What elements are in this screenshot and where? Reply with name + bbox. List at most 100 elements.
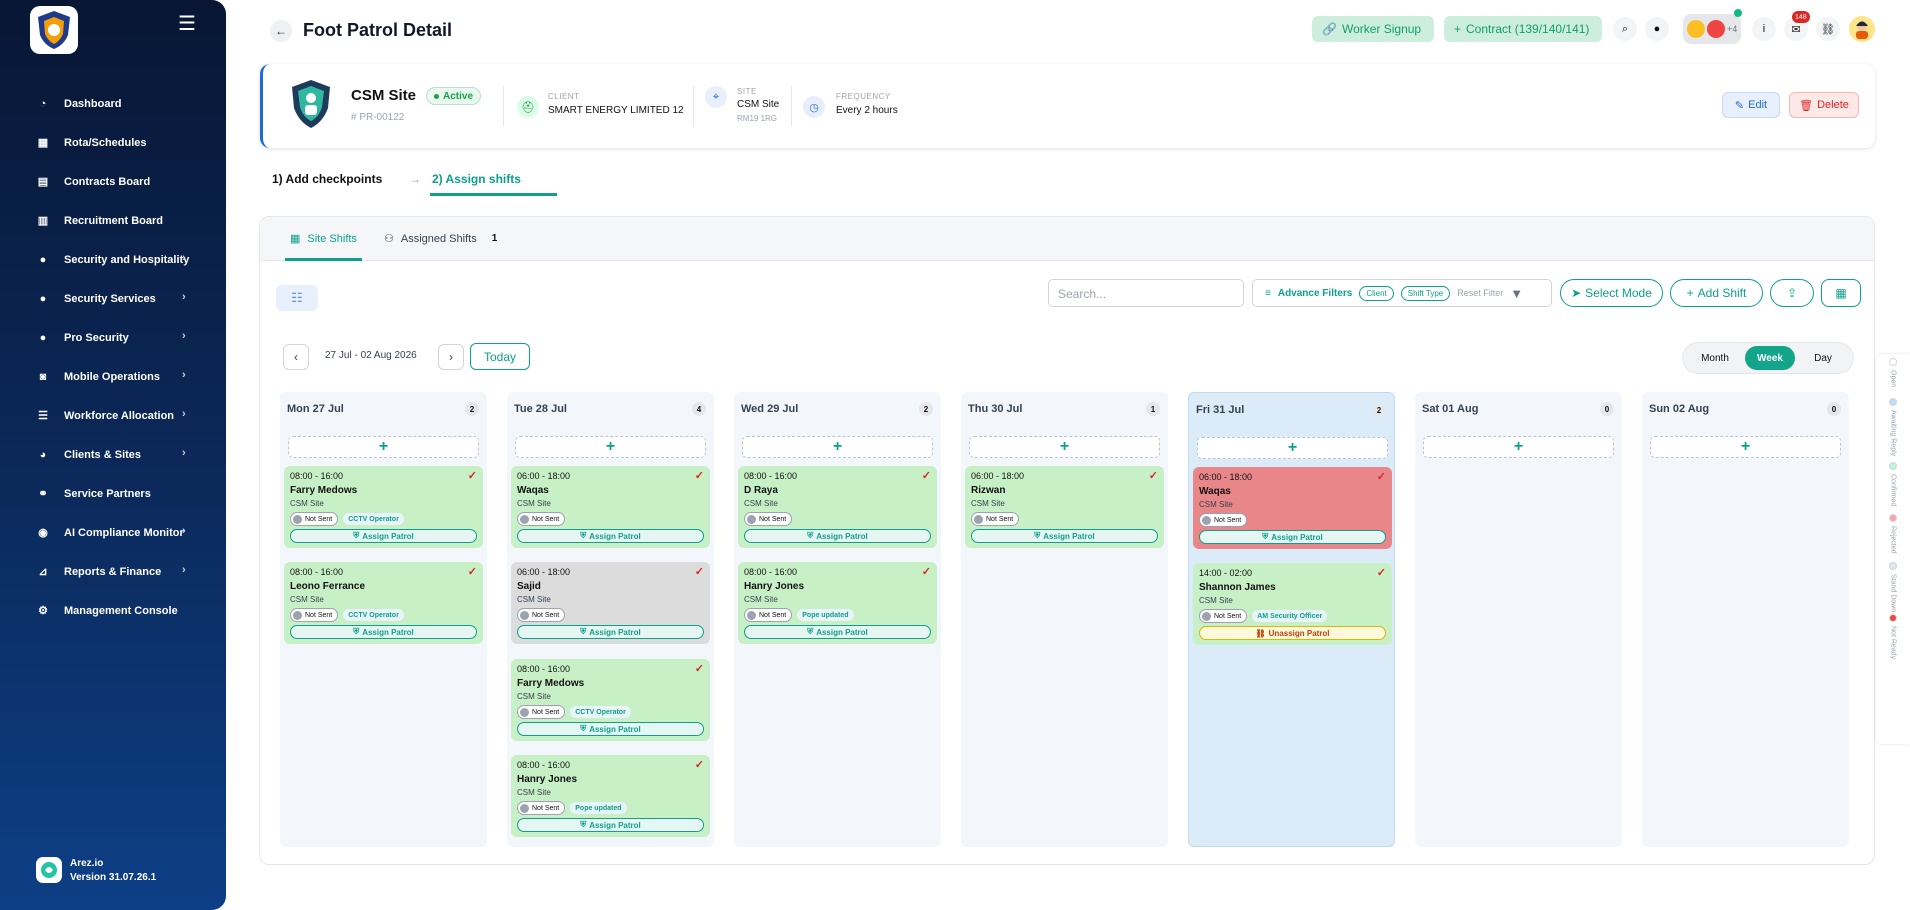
- send-status-badge[interactable]: Not Sent: [744, 608, 793, 622]
- shift-card[interactable]: ✓ 14:00 - 02:00 Shannon James CSM Site N…: [1193, 563, 1392, 645]
- shift-card[interactable]: ✓ 06:00 - 18:00 Sajid CSM Site Not Sent …: [511, 562, 710, 644]
- sidebar-item-service-partners[interactable]: ⚭ Service Partners: [0, 474, 226, 513]
- send-status-badge[interactable]: Not Sent: [744, 512, 793, 526]
- tab-site-shifts[interactable]: ▦ Site Shifts: [290, 232, 357, 246]
- assign-patrol-button[interactable]: ⛨ Assign Patrol: [517, 722, 704, 736]
- tab-assigned-shifts[interactable]: ⚇ Assigned Shifts 1: [384, 232, 497, 246]
- send-status-badge[interactable]: Not Sent: [290, 512, 339, 526]
- shift-site: CSM Site: [290, 499, 324, 508]
- sidebar-item-workforce-allocation[interactable]: ☰ Workforce Allocation ›: [0, 396, 226, 435]
- send-status-badge[interactable]: Not Sent: [517, 608, 566, 622]
- tab-bar: ▦ Site Shifts ⚇ Assigned Shifts 1: [260, 217, 1874, 261]
- delete-button[interactable]: 🗑 Delete: [1789, 92, 1859, 118]
- funnel-icon[interactable]: ▼: [1510, 286, 1523, 301]
- add-shift-slot-button[interactable]: +: [1197, 437, 1388, 459]
- assign-patrol-button[interactable]: ⛨ Assign Patrol: [744, 529, 931, 543]
- user-avatar[interactable]: [1849, 16, 1875, 42]
- next-week-button[interactable]: ›: [438, 344, 464, 370]
- view-week[interactable]: Week: [1745, 346, 1795, 370]
- back-button[interactable]: ←: [270, 20, 292, 42]
- step-assign-shifts[interactable]: 2) Assign shifts: [432, 172, 521, 186]
- shift-card[interactable]: ✓ 08:00 - 16:00 D Raya CSM Site Not Sent…: [738, 466, 937, 548]
- filter-chip-shift-type[interactable]: Shift Type: [1400, 285, 1451, 301]
- assign-patrol-button[interactable]: ⛨ Assign Patrol: [517, 818, 704, 832]
- assign-patrol-button[interactable]: ⛨ Assign Patrol: [290, 625, 477, 639]
- send-status-badge[interactable]: Not Sent: [971, 512, 1020, 526]
- advance-filters[interactable]: ≡ Advance Filters Client Shift Type Rese…: [1252, 279, 1552, 307]
- assign-patrol-button[interactable]: ⛨ Assign Patrol: [1199, 530, 1386, 544]
- shift-card[interactable]: ✓ 08:00 - 16:00 Farry Medows CSM Site No…: [511, 659, 710, 741]
- shift-card[interactable]: ✓ 08:00 - 16:00 Farry Medows CSM Site No…: [284, 466, 483, 548]
- search-icon[interactable]: ⌕: [1613, 17, 1637, 41]
- sidebar-item-contracts-board[interactable]: ▤ Contracts Board: [0, 162, 226, 201]
- shift-card[interactable]: ✓ 08:00 - 16:00 Hanry Jones CSM Site Not…: [738, 562, 937, 644]
- assign-patrol-button[interactable]: ⛨ Assign Patrol: [971, 529, 1158, 543]
- worker-name: Hanry Jones: [517, 774, 578, 785]
- sidebar-item-pro-security[interactable]: ● Pro Security ›: [0, 318, 226, 357]
- upload-button[interactable]: ⇪: [1770, 279, 1814, 307]
- sidebar-item-recruitment-board[interactable]: ▥ Recruitment Board: [0, 201, 226, 240]
- avatar-group[interactable]: +4: [1683, 14, 1741, 44]
- site-label: SITE: [737, 87, 757, 96]
- filter-chip-client[interactable]: Client: [1359, 285, 1394, 301]
- view-month[interactable]: Month: [1687, 343, 1743, 373]
- today-button[interactable]: Today: [470, 343, 530, 370]
- calendar-view-button[interactable]: ▦: [1821, 279, 1861, 307]
- assign-patrol-button[interactable]: ⛨ Assign Patrol: [517, 529, 704, 543]
- prev-week-button[interactable]: ‹: [283, 344, 309, 370]
- status-badge: Active: [426, 87, 482, 105]
- shift-card[interactable]: ✓ 06:00 - 18:00 Waqas CSM Site Not Sent …: [511, 466, 710, 548]
- calendar-icon: ▦: [37, 137, 49, 149]
- add-shift-slot-button[interactable]: +: [515, 436, 706, 458]
- sidebar-item-security-services[interactable]: ● Security Services ›: [0, 279, 226, 318]
- shift-site: CSM Site: [971, 499, 1005, 508]
- filter-toggle-icon[interactable]: ☷: [276, 285, 318, 311]
- shift-card[interactable]: ✓ 08:00 - 16:00 Hanry Jones CSM Site Not…: [511, 755, 710, 837]
- add-shift-slot-button[interactable]: +: [1650, 436, 1841, 458]
- day-label: Sun 02 Aug: [1649, 403, 1710, 415]
- assign-patrol-button[interactable]: ⛨ Assign Patrol: [290, 529, 477, 543]
- shift-site: CSM Site: [517, 499, 551, 508]
- sidebar-item-security-and-hospitality[interactable]: ● Security and Hospitality ›: [0, 240, 226, 279]
- add-shift-slot-button[interactable]: +: [969, 436, 1160, 458]
- shift-card[interactable]: ✓ 08:00 - 16:00 Leono Ferrance CSM Site …: [284, 562, 483, 644]
- sidebar-item-mobile-operations[interactable]: ◙ Mobile Operations ›: [0, 357, 226, 396]
- worker-signup-button[interactable]: 🔗 Worker Signup: [1312, 16, 1434, 42]
- step-add-checkpoints[interactable]: 1) Add checkpoints: [272, 172, 382, 186]
- send-status-badge[interactable]: Not Sent: [290, 608, 339, 622]
- sidebar-item-rota-schedules[interactable]: ▦ Rota/Schedules: [0, 123, 226, 162]
- info-icon[interactable]: i: [1752, 17, 1776, 41]
- shift-card[interactable]: ✓ 06:00 - 18:00 Waqas CSM Site Not Sent …: [1193, 467, 1392, 549]
- edit-button[interactable]: ✎ Edit: [1722, 92, 1780, 118]
- add-shift-button[interactable]: + Add Shift: [1670, 279, 1763, 307]
- send-status-badge[interactable]: Not Sent: [517, 512, 566, 526]
- send-status-badge[interactable]: Not Sent: [1199, 513, 1248, 527]
- send-status-badge[interactable]: Not Sent: [517, 705, 566, 719]
- sidebar-item-management-console[interactable]: ⚙ Management Console: [0, 591, 226, 630]
- shift-site: CSM Site: [1199, 500, 1233, 509]
- assign-patrol-button[interactable]: ⛨ Assign Patrol: [744, 625, 931, 639]
- sidebar-item-reports-finance[interactable]: ⊿ Reports & Finance ›: [0, 552, 226, 591]
- view-day[interactable]: Day: [1797, 343, 1849, 373]
- day-shift-count: 1: [1146, 402, 1160, 416]
- search-input[interactable]: Search...: [1048, 279, 1244, 307]
- check-badge-icon[interactable]: ●: [1645, 17, 1669, 41]
- add-shift-slot-button[interactable]: +: [1423, 436, 1614, 458]
- shift-card[interactable]: ✓ 06:00 - 18:00 Rizwan CSM Site Not Sent…: [965, 466, 1164, 548]
- date-range: 27 Jul - 02 Aug 2026: [325, 350, 417, 361]
- unassign-patrol-button[interactable]: ⛓ Unassign Patrol: [1199, 626, 1386, 640]
- reset-filter-link[interactable]: Reset Filter: [1457, 288, 1503, 298]
- send-status-badge[interactable]: Not Sent: [517, 801, 566, 815]
- company-logo[interactable]: [30, 6, 78, 54]
- sidebar-item-ai-compliance-monitor[interactable]: ◉ AI Compliance Monitor ›: [0, 513, 226, 552]
- link-icon[interactable]: ⛓: [1816, 17, 1840, 41]
- add-shift-slot-button[interactable]: +: [288, 436, 479, 458]
- add-shift-slot-button[interactable]: +: [742, 436, 933, 458]
- assign-patrol-button[interactable]: ⛨ Assign Patrol: [517, 625, 704, 639]
- select-mode-button[interactable]: ➤ Select Mode: [1560, 279, 1663, 307]
- menu-toggle-icon[interactable]: ☰: [178, 14, 196, 34]
- sidebar-item-clients-sites[interactable]: ◕ Clients & Sites ›: [0, 435, 226, 474]
- send-status-badge[interactable]: Not Sent: [1199, 609, 1248, 623]
- contract-button[interactable]: + Contract (139/140/141): [1444, 16, 1602, 42]
- sidebar-item-dashboard[interactable]: ◔ Dashboard: [0, 84, 226, 123]
